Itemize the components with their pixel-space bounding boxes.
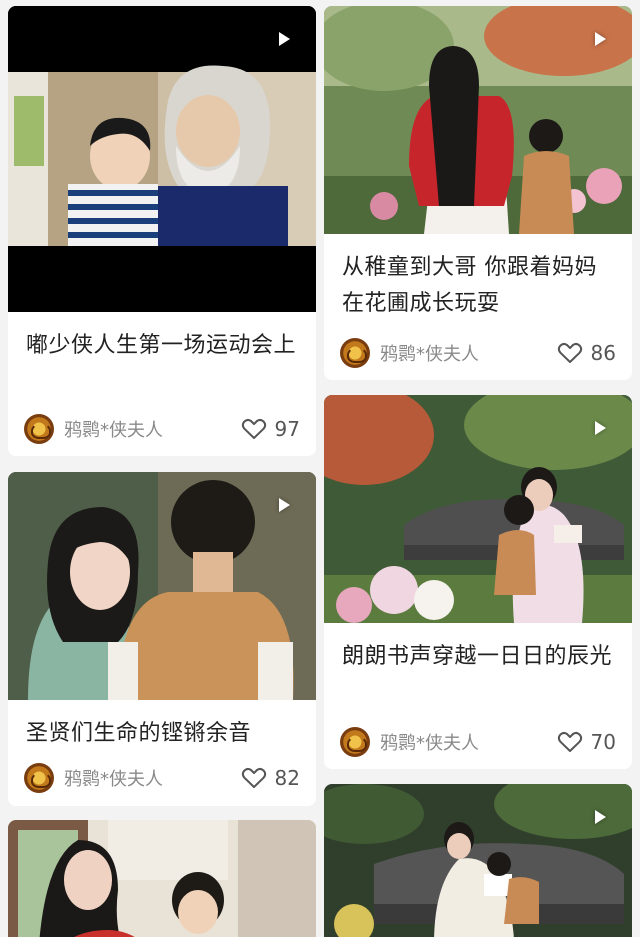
video-card[interactable] bbox=[324, 784, 632, 937]
video-card[interactable]: 圣贤们生命的铿锵余音 鸦鹮*侠夫人 82 bbox=[8, 472, 316, 806]
thumbnail-image bbox=[324, 6, 632, 234]
video-card[interactable]: 从稚童到大哥 你跟着妈妈在花圃成长玩耍 鸦鹮*侠夫人 86 bbox=[324, 6, 632, 380]
heart-icon[interactable] bbox=[241, 766, 267, 790]
video-card[interactable]: 嘟少侠人生第一场运动会上 鸦鹮*侠夫人 97 bbox=[8, 6, 316, 456]
play-icon bbox=[595, 421, 606, 435]
like-count: 97 bbox=[274, 417, 300, 441]
waterfall-feed: 嘟少侠人生第一场运动会上 鸦鹮*侠夫人 97 圣贤们生命的铿锵余音 鸦鹮*侠夫人… bbox=[0, 0, 640, 937]
play-icon bbox=[279, 498, 290, 512]
thumbnail-image bbox=[324, 395, 632, 623]
card-title[interactable]: 嘟少侠人生第一场运动会上 bbox=[26, 328, 298, 364]
video-thumbnail[interactable] bbox=[324, 6, 632, 234]
author-name[interactable]: 鸦鹮*侠夫人 bbox=[380, 729, 557, 755]
avatar[interactable] bbox=[24, 414, 54, 444]
thumbnail-image bbox=[324, 784, 632, 937]
play-icon bbox=[595, 810, 606, 824]
video-thumbnail[interactable] bbox=[8, 820, 316, 937]
thumbnail-image bbox=[8, 472, 316, 700]
author-name[interactable]: 鸦鹮*侠夫人 bbox=[380, 340, 557, 366]
video-thumbnail[interactable] bbox=[8, 6, 316, 312]
heart-icon[interactable] bbox=[241, 417, 267, 441]
card-title[interactable]: 朗朗书声穿越一日日的辰光 bbox=[342, 639, 614, 675]
avatar[interactable] bbox=[24, 763, 54, 793]
thumbnail-image bbox=[8, 6, 316, 312]
author-name[interactable]: 鸦鹮*侠夫人 bbox=[64, 765, 241, 791]
card-meta: 鸦鹮*侠夫人 86 bbox=[340, 337, 616, 369]
author-name[interactable]: 鸦鹮*侠夫人 bbox=[64, 416, 241, 442]
video-card[interactable] bbox=[8, 820, 316, 937]
card-title[interactable]: 圣贤们生命的铿锵余音 bbox=[26, 716, 298, 752]
card-meta: 鸦鹮*侠夫人 97 bbox=[24, 413, 300, 445]
card-title[interactable]: 从稚童到大哥 你跟着妈妈在花圃成长玩耍 bbox=[342, 250, 614, 322]
heart-icon[interactable] bbox=[557, 341, 583, 365]
thumbnail-image bbox=[8, 820, 316, 937]
play-icon bbox=[595, 32, 606, 46]
avatar[interactable] bbox=[340, 338, 370, 368]
video-thumbnail[interactable] bbox=[324, 784, 632, 937]
like-count: 70 bbox=[590, 730, 616, 754]
video-card[interactable]: 朗朗书声穿越一日日的辰光 鸦鹮*侠夫人 70 bbox=[324, 395, 632, 769]
avatar[interactable] bbox=[340, 727, 370, 757]
like-count: 86 bbox=[590, 341, 616, 365]
video-thumbnail[interactable] bbox=[324, 395, 632, 623]
like-count: 82 bbox=[274, 766, 300, 790]
video-thumbnail[interactable] bbox=[8, 472, 316, 700]
card-meta: 鸦鹮*侠夫人 70 bbox=[340, 726, 616, 758]
play-icon bbox=[279, 32, 290, 46]
heart-icon[interactable] bbox=[557, 730, 583, 754]
card-meta: 鸦鹮*侠夫人 82 bbox=[24, 762, 300, 794]
